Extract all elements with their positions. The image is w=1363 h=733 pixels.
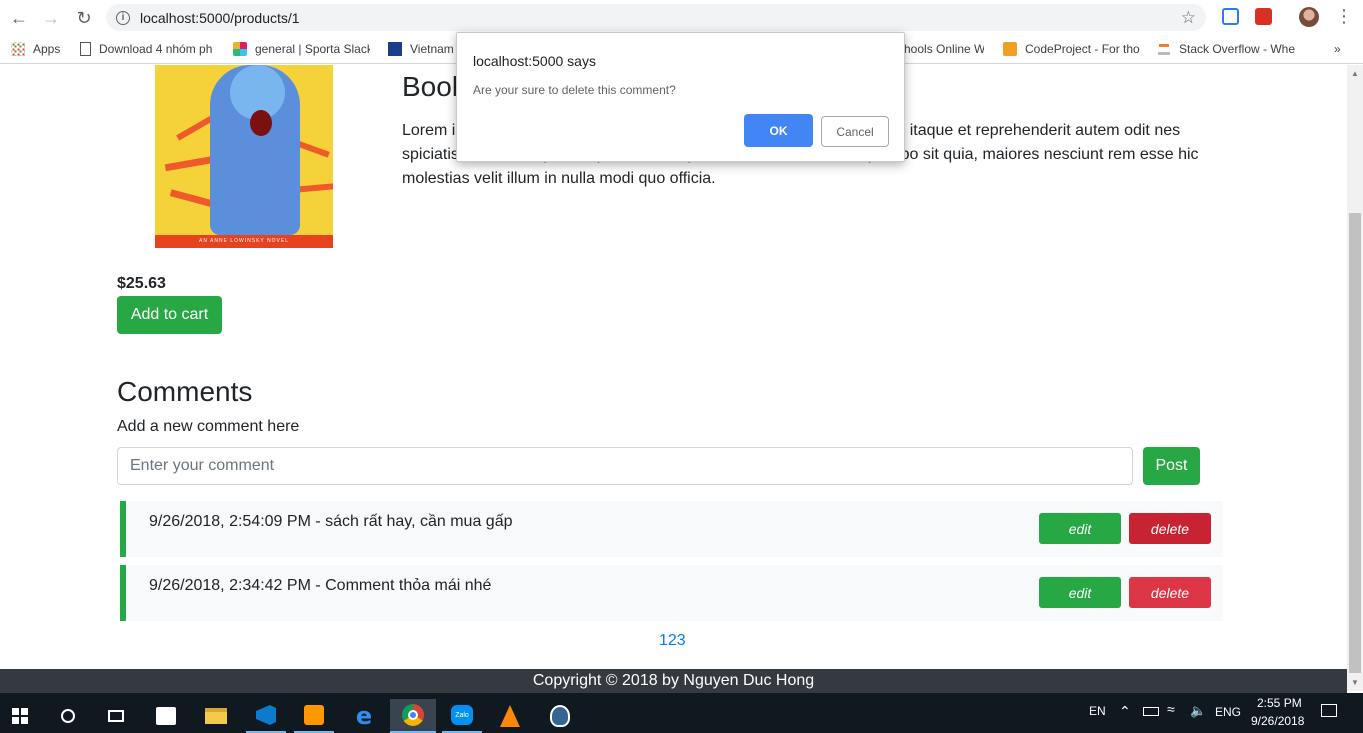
add-comment-label: Add a new comment here <box>117 418 300 435</box>
confirm-dialog: localhost:5000 says Are your sure to del… <box>456 32 905 162</box>
zalo-icon[interactable]: Zalo <box>442 699 482 733</box>
book-cover-image: AN ANNE LOWINSKY NOVEL <box>155 65 333 248</box>
bookmark-star-icon[interactable]: ☆ <box>1181 8 1196 28</box>
cover-band: AN ANNE LOWINSKY NOVEL <box>155 235 333 248</box>
wifi-icon[interactable]: ≈ <box>1167 701 1175 717</box>
bookmark-item[interactable]: Apps <box>11 42 71 56</box>
input-lang-short[interactable]: EN <box>1089 704 1106 718</box>
chrome-icon[interactable] <box>390 699 436 733</box>
url-text: localhost:5000/products/1 <box>140 9 300 26</box>
edit-button[interactable]: edit <box>1039 577 1121 608</box>
add-to-cart-button[interactable]: Add to cart <box>117 296 222 334</box>
volume-icon[interactable]: 🔈 <box>1190 703 1206 719</box>
bookmark-item[interactable]: Download 4 nhóm ph <box>80 42 214 56</box>
bookmark-item[interactable]: CodeProject - For tho <box>1003 42 1141 56</box>
menu-icon[interactable]: ⋮ <box>1335 6 1353 27</box>
notification-icon[interactable] <box>1321 704 1337 717</box>
cancel-button[interactable]: Cancel <box>821 116 889 147</box>
bookmark-item[interactable]: general | Sporta Slack <box>233 42 370 56</box>
edit-button[interactable]: edit <box>1039 513 1121 544</box>
sublime-icon[interactable] <box>294 699 334 733</box>
apps-grid-icon <box>11 42 25 56</box>
document-icon <box>80 42 91 56</box>
file-explorer-icon[interactable] <box>196 699 236 733</box>
vscode-icon[interactable] <box>246 699 286 733</box>
task-view-icon[interactable] <box>96 699 136 733</box>
scroll-down-icon[interactable]: ▼ <box>1351 678 1359 687</box>
delete-button[interactable]: delete <box>1129 577 1211 608</box>
slack-icon <box>233 42 247 56</box>
extension-icon[interactable] <box>1222 8 1239 25</box>
edge-icon[interactable]: e <box>344 699 384 733</box>
clock-time[interactable]: 2:55 PM <box>1257 696 1302 710</box>
stackoverflow-icon <box>1157 42 1171 56</box>
ok-button[interactable]: OK <box>744 114 813 147</box>
pagination-links[interactable]: 123 <box>659 632 686 650</box>
postgres-icon[interactable] <box>540 699 580 733</box>
bookmark-item[interactable]: Stack Overflow - Whe <box>1157 42 1295 56</box>
comment-item: 9/26/2018, 2:54:09 PM - sách rất hay, cầ… <box>120 501 1223 557</box>
reload-icon[interactable]: ↻ <box>68 2 100 34</box>
dialog-title: localhost:5000 says <box>473 53 596 69</box>
input-lang[interactable]: ENG <box>1215 705 1241 719</box>
bookmark-item[interactable]: hools Online W <box>904 42 984 56</box>
store-icon[interactable] <box>146 699 186 733</box>
extension-icon[interactable] <box>1255 8 1272 25</box>
vlc-icon[interactable] <box>490 699 530 733</box>
taskbar: e Zalo EN ⌃ ≈ 🔈 ENG 2:55 PM 9/26/2018 <box>0 693 1363 733</box>
start-icon[interactable] <box>0 699 40 733</box>
comment-text: 9/26/2018, 2:54:09 PM - sách rất hay, cầ… <box>149 513 513 530</box>
scroll-thumb[interactable] <box>1349 213 1361 673</box>
cortana-icon[interactable] <box>48 699 88 733</box>
post-button[interactable]: Post <box>1143 447 1200 485</box>
info-icon[interactable]: i <box>116 10 130 25</box>
dialog-message: Are your sure to delete this comment? <box>473 83 676 97</box>
product-price: $25.63 <box>117 275 166 292</box>
vns-icon <box>388 42 402 56</box>
more-bookmarks-icon[interactable]: » <box>1334 42 1341 56</box>
footer-text: Copyright © 2018 by Nguyen Duc Hong <box>532 672 815 689</box>
comments-heading: Comments <box>117 376 253 407</box>
address-bar[interactable]: i localhost:5000/products/1 ☆ <box>106 4 1206 31</box>
footer: Copyright © 2018 by Nguyen Duc Hong <box>0 669 1347 693</box>
comment-text: 9/26/2018, 2:34:42 PM - Comment thỏa mái… <box>149 577 492 594</box>
browser-toolbar: ← → ↻ i localhost:5000/products/1 ☆ ⋮ <box>0 0 1363 36</box>
comment-input[interactable] <box>117 447 1133 485</box>
profile-avatar[interactable] <box>1299 7 1319 27</box>
forward-icon[interactable]: → <box>35 2 67 34</box>
scroll-up-icon[interactable]: ▲ <box>1351 69 1359 78</box>
back-icon[interactable]: ← <box>3 2 35 34</box>
codeproject-icon <box>1003 42 1017 56</box>
page-scrollbar[interactable]: ▲ ▼ <box>1347 65 1363 691</box>
bookmark-item[interactable]: Vietnam <box>388 42 456 56</box>
delete-button[interactable]: delete <box>1129 513 1211 544</box>
battery-icon[interactable] <box>1143 707 1159 716</box>
clock-date[interactable]: 9/26/2018 <box>1251 714 1304 728</box>
show-hidden-icons[interactable]: ⌃ <box>1119 703 1131 720</box>
comment-item: 9/26/2018, 2:34:42 PM - Comment thỏa mái… <box>120 565 1223 621</box>
